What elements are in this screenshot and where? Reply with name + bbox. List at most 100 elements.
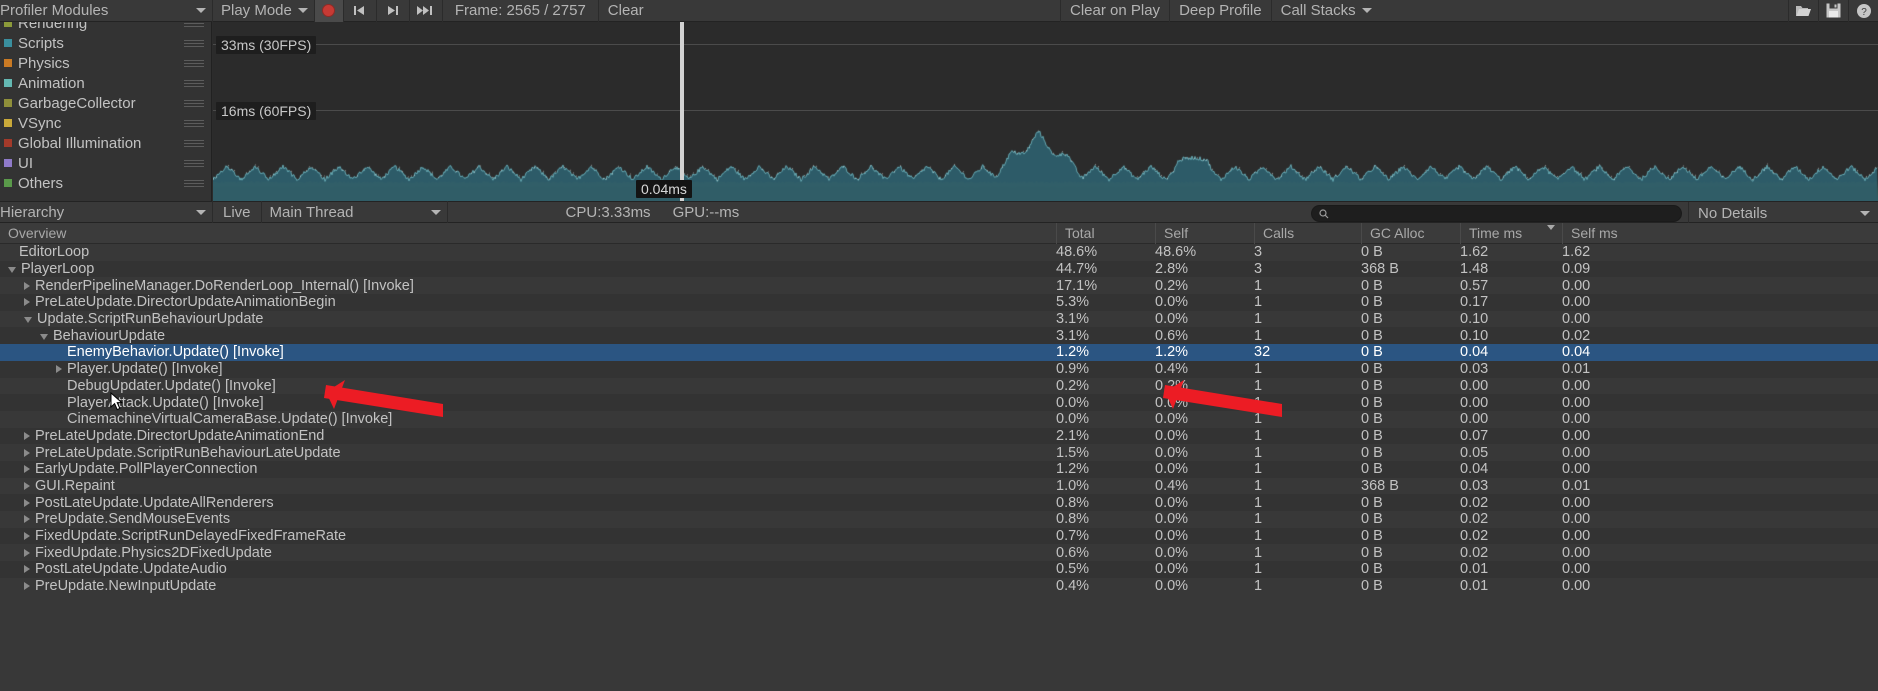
table-row[interactable]: GUI.Repaint 1.0% 0.4% 1 368 B 0.03 0.01: [0, 477, 1878, 495]
module-row-rendering[interactable]: Rendering: [0, 22, 211, 33]
thread-dropdown[interactable]: Main Thread: [262, 201, 448, 223]
module-row-others[interactable]: Others: [0, 173, 211, 193]
table-header-row: Overview Total Self Calls GC Alloc Time …: [0, 223, 1878, 244]
row-label: PlayerAttack.Update() [Invoke]: [67, 394, 264, 411]
table-row[interactable]: Update.ScriptRunBehaviourUpdate 3.1% 0.0% 1…: [0, 310, 1878, 328]
table-row[interactable]: PlayerAttack.Update() [Invoke] 0.0% 0.0% 1 0…: [0, 394, 1878, 411]
profiler-toolbar: Profiler Modules Play Mode Frame: 2565 /…: [0, 0, 1878, 22]
expand-triangle-down-icon[interactable]: [40, 333, 48, 340]
drag-handle-icon[interactable]: [184, 40, 204, 47]
profiler-modules-list[interactable]: Rendering Scripts Physics Animation Garb: [0, 22, 212, 201]
clear-on-play-toggle[interactable]: Clear on Play: [1060, 0, 1169, 22]
expand-triangle-right-icon[interactable]: [24, 281, 30, 290]
help-button[interactable]: ?: [1848, 0, 1878, 22]
module-row-physics[interactable]: Physics: [0, 53, 211, 73]
table-row[interactable]: PreUpdate.NewInputUpdate 0.4% 0.0% 1 0 B 0.01…: [0, 577, 1878, 595]
previous-frame-button[interactable]: [344, 0, 377, 22]
row-name-cell: PreUpdate.NewInputUpdate: [0, 578, 1056, 594]
table-row[interactable]: PlayerLoop 44.7% 2.8% 3 368 B 1.48 0.09: [0, 260, 1878, 278]
expand-triangle-right-icon[interactable]: [24, 431, 30, 440]
profiler-modules-dropdown[interactable]: Profiler Modules: [0, 0, 212, 22]
hierarchy-table[interactable]: Overview Total Self Calls GC Alloc Time …: [0, 223, 1878, 691]
column-header-time-ms[interactable]: Time ms: [1460, 223, 1562, 244]
cell-total: 0.2%: [1056, 377, 1090, 394]
table-row[interactable]: CinemachineVirtualCameraBase.Update() [I…: [0, 410, 1878, 428]
expand-triangle-right-icon[interactable]: [24, 465, 30, 474]
cell-calls: 1: [1254, 294, 1263, 311]
table-row[interactable]: RenderPipelineManager.DoRenderLoop_Inter…: [0, 277, 1878, 295]
column-header-total[interactable]: Total: [1056, 223, 1155, 244]
unity-profiler-window: Profiler Modules Play Mode Frame: 2565 /…: [0, 0, 1878, 691]
call-stacks-dropdown[interactable]: Call Stacks: [1270, 0, 1381, 22]
module-row-global-illumination[interactable]: Global Illumination: [0, 133, 211, 153]
expand-triangle-right-icon[interactable]: [24, 565, 30, 574]
record-button[interactable]: [313, 0, 344, 22]
expand-triangle-right-icon[interactable]: [56, 365, 62, 374]
row-label: PlayerLoop: [21, 261, 95, 278]
last-frame-button[interactable]: [410, 0, 443, 22]
table-row[interactable]: PreLateUpdate.DirectorUpdateAnimationBeg…: [0, 294, 1878, 311]
expand-triangle-right-icon[interactable]: [24, 515, 30, 524]
play-mode-dropdown[interactable]: Play Mode: [213, 0, 314, 22]
column-header-calls[interactable]: Calls: [1254, 223, 1361, 244]
module-row-vsync[interactable]: VSync: [0, 113, 211, 133]
table-row[interactable]: PostLateUpdate.UpdateAudio 0.5% 0.0% 1 0 B 0.…: [0, 561, 1878, 578]
frame-counter: Frame: 2565 / 2757: [454, 2, 586, 19]
column-header-gc-alloc[interactable]: GC Alloc: [1361, 223, 1460, 244]
view-type-dropdown[interactable]: Hierarchy: [0, 201, 212, 223]
expand-triangle-right-icon[interactable]: [24, 448, 30, 457]
expand-triangle-right-icon[interactable]: [24, 481, 30, 490]
expand-triangle-down-icon[interactable]: [8, 267, 16, 274]
drag-handle-icon[interactable]: [184, 180, 204, 187]
table-row[interactable]: EarlyUpdate.PollPlayerConnection 1.2% 0.0%…: [0, 460, 1878, 478]
table-row[interactable]: BehaviourUpdate 3.1% 0.6% 1 0 B 0.10 0.02: [0, 327, 1878, 345]
clear-button[interactable]: Clear: [599, 0, 653, 22]
expand-triangle-right-icon[interactable]: [24, 498, 30, 507]
row-name-cell: BehaviourUpdate: [0, 328, 1056, 344]
expand-triangle-right-icon[interactable]: [24, 298, 30, 307]
module-row-ui[interactable]: UI: [0, 153, 211, 173]
column-header-overview[interactable]: Overview: [0, 223, 1056, 244]
next-frame-button[interactable]: [377, 0, 410, 22]
expand-triangle-down-icon[interactable]: [24, 317, 32, 324]
expand-triangle-right-icon[interactable]: [24, 582, 30, 591]
module-row-animation[interactable]: Animation: [0, 73, 211, 93]
table-row[interactable]: FixedUpdate.ScriptRunDelayedFixedFrameRa…: [0, 527, 1878, 545]
drag-handle-icon[interactable]: [184, 100, 204, 107]
profiler-graph[interactable]: 33ms (30FPS) 16ms (60FPS) 0.04ms: [213, 22, 1878, 201]
table-row[interactable]: DebugUpdater.Update() [Invoke] 0.2% 0.2% 1 0…: [0, 377, 1878, 395]
expand-triangle-right-icon[interactable]: [24, 548, 30, 557]
load-profile-button[interactable]: [1788, 0, 1818, 22]
drag-handle-icon[interactable]: [184, 22, 204, 27]
table-row[interactable]: FixedUpdate.Physics2DFixedUpdate 0.6% 0.0%…: [0, 544, 1878, 562]
search-input[interactable]: [1329, 206, 1681, 221]
table-row[interactable]: PostLateUpdate.UpdateAllRenderers 0.8% 0.0…: [0, 494, 1878, 511]
cell-self: 0.4%: [1155, 361, 1189, 378]
drag-handle-icon[interactable]: [184, 160, 204, 167]
module-label: Rendering: [18, 22, 88, 32]
cell-gc: 0 B: [1361, 377, 1383, 394]
column-header-self[interactable]: Self: [1155, 223, 1254, 244]
table-row[interactable]: PreLateUpdate.DirectorUpdateAnimationEnd…: [0, 427, 1878, 445]
details-view-dropdown[interactable]: No Details: [1688, 202, 1878, 224]
expand-triangle-right-icon[interactable]: [24, 532, 30, 541]
module-row-garbagecollector[interactable]: GarbageCollector: [0, 93, 211, 113]
drag-handle-icon[interactable]: [184, 140, 204, 147]
drag-handle-icon[interactable]: [184, 60, 204, 67]
search-field[interactable]: [1311, 205, 1682, 222]
table-row[interactable]: EnemyBehavior.Update() [Invoke] 1.2% 1.2% 3…: [0, 344, 1878, 361]
table-row[interactable]: EditorLoop 48.6% 48.6% 3 0 B 1.62 1.62: [0, 244, 1878, 261]
table-row[interactable]: PreLateUpdate.ScriptRunBehaviourLateUpda…: [0, 444, 1878, 461]
live-toggle[interactable]: Live: [212, 201, 262, 223]
drag-handle-icon[interactable]: [184, 120, 204, 127]
column-header-self-ms[interactable]: Self ms: [1562, 223, 1878, 244]
module-row-scripts[interactable]: Scripts: [0, 33, 211, 53]
table-row[interactable]: Player.Update() [Invoke] 0.9% 0.4% 1 0 B 0.03…: [0, 360, 1878, 378]
cell-self: 0.0%: [1155, 544, 1189, 561]
drag-handle-icon[interactable]: [184, 80, 204, 87]
cpu-time-label: CPU:3.33ms: [565, 203, 651, 221]
deep-profile-toggle[interactable]: Deep Profile: [1169, 0, 1271, 22]
current-frame-cursor[interactable]: [680, 22, 684, 201]
save-profile-button[interactable]: [1818, 0, 1848, 22]
table-row[interactable]: PreUpdate.SendMouseEvents 0.8% 0.0% 1 0 B 0.0…: [0, 511, 1878, 528]
